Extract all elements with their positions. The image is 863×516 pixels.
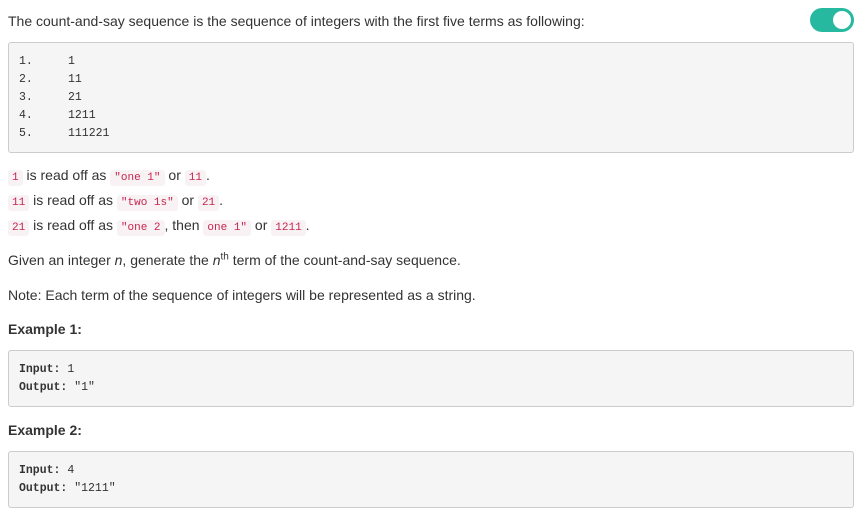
readoff-text: . [305, 217, 310, 233]
variable-n: n [212, 252, 221, 268]
input-label: Input: [19, 363, 61, 376]
readoff-text: or [164, 167, 185, 183]
readoff-text: is read off as [29, 192, 117, 208]
output-value: "1211" [67, 482, 116, 495]
given-text-part: term of the count-and-say sequence. [228, 252, 461, 268]
inline-code: 11 [8, 195, 30, 211]
inline-code: 21 [8, 220, 30, 236]
inline-code: one 1" [203, 220, 252, 236]
example-input-row: Input: 1 [19, 361, 74, 379]
sequence-row: 3. 21 [19, 89, 82, 107]
sequence-index: 1. [19, 55, 33, 68]
given-text-part: Given an integer [8, 252, 115, 268]
inline-code: 21 [197, 195, 220, 211]
given-text: Given an integer n, generate the nth ter… [8, 250, 461, 270]
example-2-code-block: Input: 4 Output: "1211" [8, 451, 854, 508]
inline-code: "two 1s" [116, 195, 178, 211]
sequence-index: 3. [19, 91, 33, 104]
example-1-code-block: Input: 1 Output: "1" [8, 350, 854, 407]
readoff-text: or [251, 217, 272, 233]
sequence-index: 5. [19, 127, 33, 140]
toggle-switch[interactable] [810, 8, 854, 32]
note-text: Note: Each term of the sequence of integ… [8, 287, 476, 303]
readoff-text: or [177, 192, 198, 208]
toggle-knob [833, 11, 851, 29]
sequence-term: 11 [68, 73, 82, 86]
example-output-row: Output: "1" [19, 379, 95, 397]
inline-code: 1211 [271, 220, 306, 236]
readoff-line-3: 21 is read off as "one 2, then one 1" or… [8, 215, 310, 238]
superscript-th: th [220, 251, 229, 263]
readoff-text: , then [164, 217, 204, 233]
readoff-text: . [205, 167, 210, 183]
inline-code: "one 2 [116, 220, 165, 236]
example-output-row: Output: "1211" [19, 480, 116, 498]
inline-code: 1 [8, 170, 23, 186]
readoff-text: . [219, 192, 224, 208]
readoff-text: is read off as [22, 167, 111, 183]
example-1-heading: Example 1: [8, 321, 82, 337]
inline-code: "one 1" [110, 170, 165, 186]
output-label: Output: [19, 381, 68, 394]
readoff-text: is read off as [29, 217, 117, 233]
readoff-line-1: 1 is read off as "one 1" or 11. [8, 165, 210, 188]
sequence-term: 21 [68, 91, 82, 104]
sequence-index: 4. [19, 109, 33, 122]
example-2-heading: Example 2: [8, 422, 82, 438]
sequence-row: 5. 111221 [19, 125, 109, 143]
sequence-row: 4. 1211 [19, 107, 96, 125]
intro-text: The count-and-say sequence is the sequen… [8, 13, 585, 29]
readoff-line-2: 11 is read off as "two 1s" or 21. [8, 190, 223, 213]
input-label: Input: [19, 464, 61, 477]
output-value: "1" [67, 381, 95, 394]
given-text-part: , generate the [122, 252, 213, 268]
inline-code: 11 [184, 170, 206, 186]
example-input-row: Input: 4 [19, 462, 74, 480]
input-value: 1 [60, 363, 75, 376]
sequence-term: 1 [68, 55, 75, 68]
sequence-row: 1. 1 [19, 53, 75, 71]
input-value: 4 [60, 464, 75, 477]
sequence-code-block: 1. 1 2. 11 3. 21 4. 1211 5. 111221 [8, 42, 854, 153]
sequence-term: 111221 [68, 127, 110, 140]
sequence-index: 2. [19, 73, 33, 86]
sequence-row: 2. 11 [19, 71, 82, 89]
sequence-term: 1211 [68, 109, 96, 122]
output-label: Output: [19, 482, 68, 495]
